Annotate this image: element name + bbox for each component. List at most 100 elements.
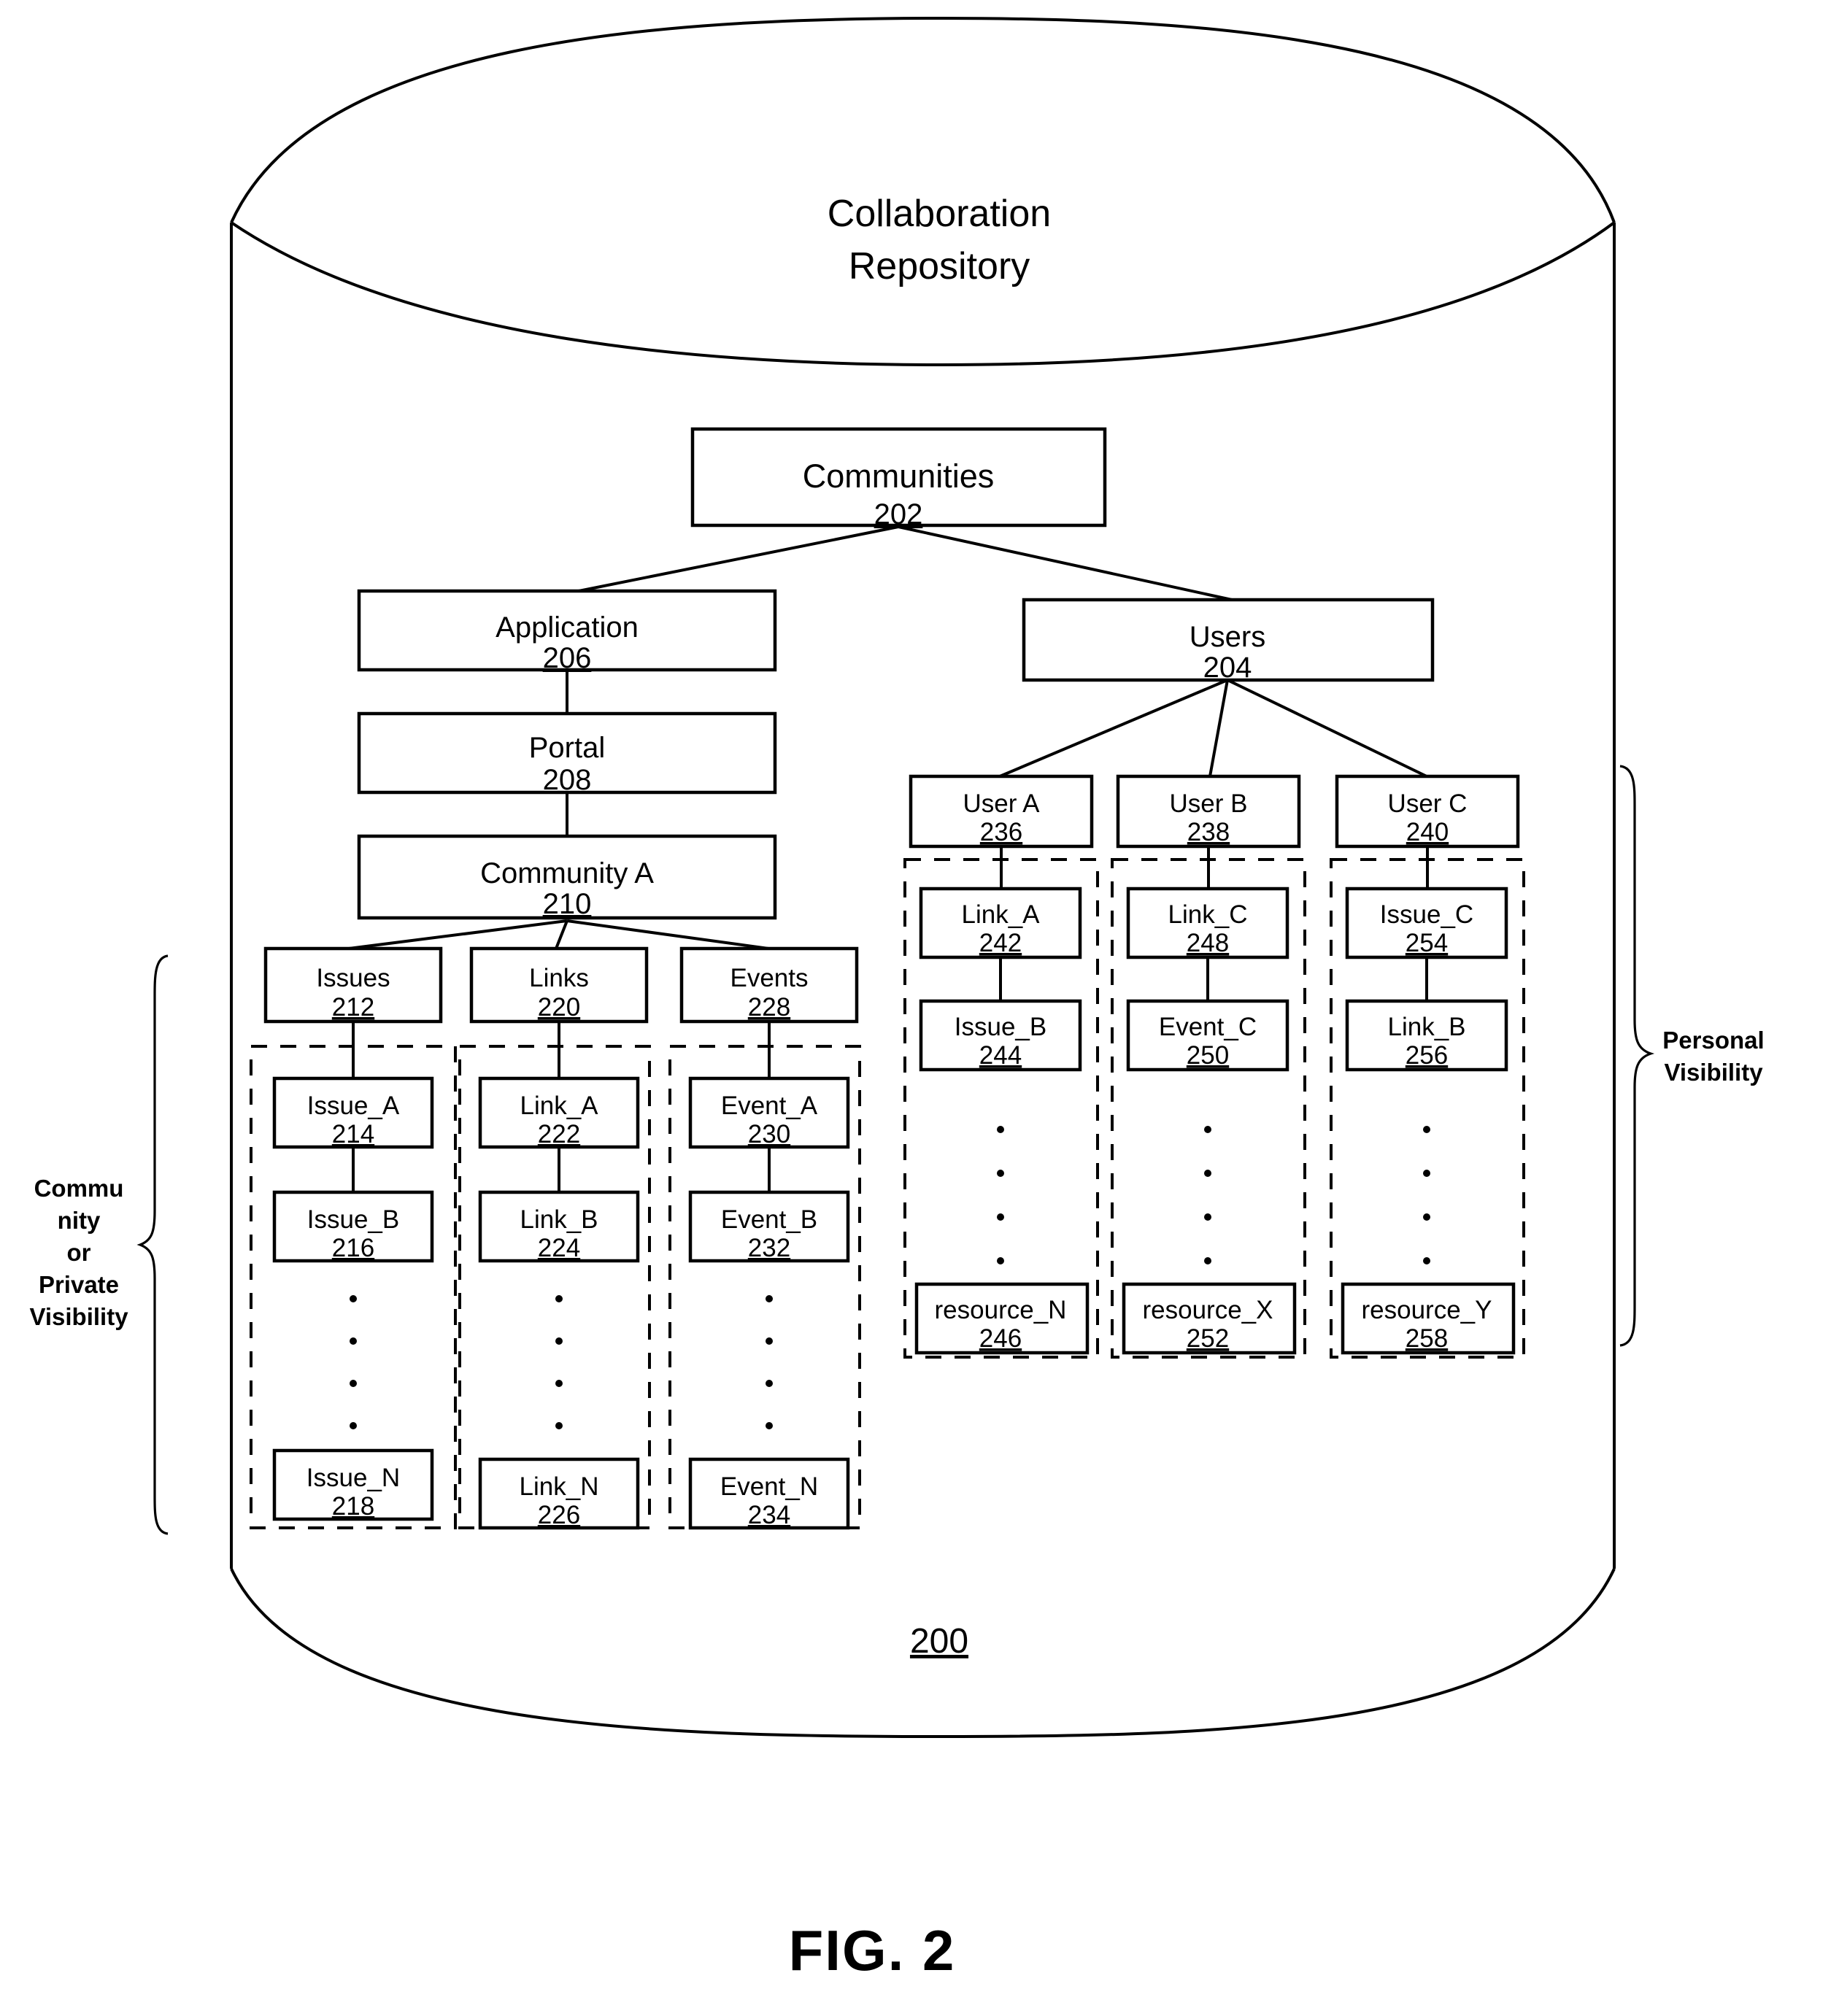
user-c-ellipsis: [1423, 1126, 1430, 1264]
issue-n-node[interactable]: Issue_N 218: [272, 1448, 434, 1521]
repository-title-line1: Collaboration: [828, 193, 1051, 235]
user-a-label: User A: [963, 789, 1040, 818]
link-a-label: Link_A: [520, 1092, 598, 1120]
event-n-ref: 234: [748, 1501, 790, 1529]
portal-label: Portal: [529, 732, 606, 764]
links-label: Links: [529, 964, 589, 992]
user-a-resource-1[interactable]: Link_A 242: [919, 887, 1082, 959]
user-b-resource-2-ref: 250: [1187, 1041, 1229, 1070]
link-b-ref: 224: [538, 1234, 580, 1262]
issues-ellipsis: [350, 1295, 357, 1429]
left-bracket-line-3: or: [67, 1239, 91, 1266]
link-b-node[interactable]: Link_B 224: [478, 1190, 640, 1263]
event-n-node[interactable]: Event_N 234: [688, 1457, 850, 1530]
cylinder-rim-arc: [230, 221, 1616, 367]
figure-reference-number: 200: [910, 1622, 968, 1661]
user-a-resource-1-label: Link_A: [961, 900, 1040, 929]
user-b-label: User B: [1170, 789, 1248, 818]
user-b-resource-2[interactable]: Event_C 250: [1126, 999, 1289, 1072]
left-bracket-line-4: Private: [39, 1271, 119, 1298]
user-c-ref: 240: [1406, 818, 1449, 846]
communities-ref: 202: [874, 498, 923, 530]
issue-n-label: Issue_N: [306, 1464, 400, 1492]
user-b-resource-3[interactable]: resource_X 252: [1122, 1282, 1297, 1355]
event-n-label: Event_N: [720, 1472, 818, 1501]
link-n-label: Link_N: [520, 1472, 599, 1501]
left-brace-path: [136, 954, 169, 1535]
link-a-node[interactable]: Link_A 222: [478, 1076, 640, 1149]
communities-node[interactable]: Communities 202: [690, 427, 1107, 530]
user-c-resource-3[interactable]: resource_Y 258: [1341, 1282, 1516, 1355]
communities-label: Communities: [803, 457, 995, 495]
user-b-resource-3-ref: 252: [1187, 1324, 1229, 1353]
repository-title-line2: Repository: [849, 245, 1030, 287]
right-bracket-line-1: Personal: [1662, 1027, 1764, 1054]
issues-label: Issues: [316, 964, 390, 992]
portal-ref: 208: [543, 764, 592, 796]
personal-visibility-bracket: [1619, 765, 1655, 1347]
connector-community-events: [566, 919, 769, 950]
events-label: Events: [730, 964, 809, 992]
community-a-node[interactable]: Community A 210: [357, 834, 777, 920]
user-b-ellipsis: [1204, 1126, 1211, 1264]
user-b-node[interactable]: User B 238: [1116, 774, 1301, 849]
left-bracket-line-1: Commu: [34, 1175, 124, 1202]
connector-communities-users: [898, 525, 1233, 601]
figure-caption: FIG. 2: [789, 1918, 956, 1982]
application-ref: 206: [543, 642, 592, 674]
issue-b-node[interactable]: Issue_B 216: [272, 1190, 434, 1263]
user-c-resource-1[interactable]: Issue_C 254: [1345, 887, 1508, 959]
application-label: Application: [496, 611, 639, 644]
events-category[interactable]: Events 228: [679, 946, 859, 1024]
event-a-node[interactable]: Event_A 230: [688, 1076, 850, 1149]
connector-users-user-b: [1208, 679, 1229, 777]
link-a-ref: 222: [538, 1120, 580, 1148]
user-a-resource-3-label: resource_N: [935, 1296, 1067, 1324]
event-b-ref: 232: [748, 1234, 790, 1262]
events-ref: 228: [748, 993, 790, 1021]
link-b-label: Link_B: [520, 1205, 598, 1234]
event-b-node[interactable]: Event_B 232: [688, 1190, 850, 1263]
application-node[interactable]: Application 206: [357, 589, 777, 674]
user-c-resource-1-label: Issue_C: [1380, 900, 1473, 929]
users-node[interactable]: Users 204: [1022, 598, 1435, 684]
issue-a-node[interactable]: Issue_A 214: [272, 1076, 434, 1149]
connector-users-user-c: [1227, 679, 1427, 778]
user-b-resource-1[interactable]: Link_C 248: [1126, 887, 1289, 959]
cylinder-top-arc: [230, 16, 1616, 223]
user-b-resource-1-label: Link_C: [1168, 900, 1248, 929]
links-category[interactable]: Links 220: [469, 946, 649, 1024]
issue-a-ref: 214: [332, 1120, 374, 1148]
user-a-resource-2-ref: 244: [979, 1041, 1022, 1070]
user-c-resource-3-ref: 258: [1406, 1324, 1448, 1353]
left-bracket-line-5: Visibility: [29, 1303, 128, 1330]
user-c-resource-2-label: Link_B: [1387, 1013, 1465, 1041]
portal-node[interactable]: Portal 208: [357, 711, 777, 796]
user-c-resource-2[interactable]: Link_B 256: [1345, 999, 1508, 1072]
user-c-resource-2-ref: 256: [1406, 1041, 1448, 1070]
event-a-label: Event_A: [721, 1092, 818, 1120]
issue-a-label: Issue_A: [307, 1092, 400, 1120]
user-a-resource-3[interactable]: resource_N 246: [914, 1282, 1090, 1355]
user-a-node[interactable]: User A 236: [909, 774, 1094, 849]
connector-users-user-a: [999, 679, 1228, 778]
user-a-resource-2[interactable]: Issue_B 244: [919, 999, 1082, 1072]
user-b-ref: 238: [1187, 818, 1230, 846]
user-c-resource-1-ref: 254: [1406, 929, 1448, 957]
user-c-label: User C: [1388, 789, 1468, 818]
user-a-resource-3-ref: 246: [979, 1324, 1022, 1353]
user-a-ref: 236: [980, 818, 1022, 846]
links-ellipsis: [555, 1295, 563, 1429]
right-brace-path: [1619, 765, 1655, 1347]
link-n-node[interactable]: Link_N 226: [478, 1457, 640, 1530]
event-a-ref: 230: [748, 1120, 790, 1148]
left-bracket-line-2: nity: [58, 1207, 101, 1234]
user-c-node[interactable]: User C 240: [1335, 774, 1520, 849]
community-a-label: Community A: [480, 857, 654, 889]
connector-community-links: [555, 920, 568, 949]
links-ref: 220: [538, 993, 580, 1021]
issues-category[interactable]: Issues 212: [263, 946, 443, 1024]
connector-communities-application: [571, 525, 899, 594]
patent-figure: Collaboration Repository 200 Communities…: [0, 0, 1839, 2016]
issue-n-ref: 218: [332, 1492, 374, 1521]
